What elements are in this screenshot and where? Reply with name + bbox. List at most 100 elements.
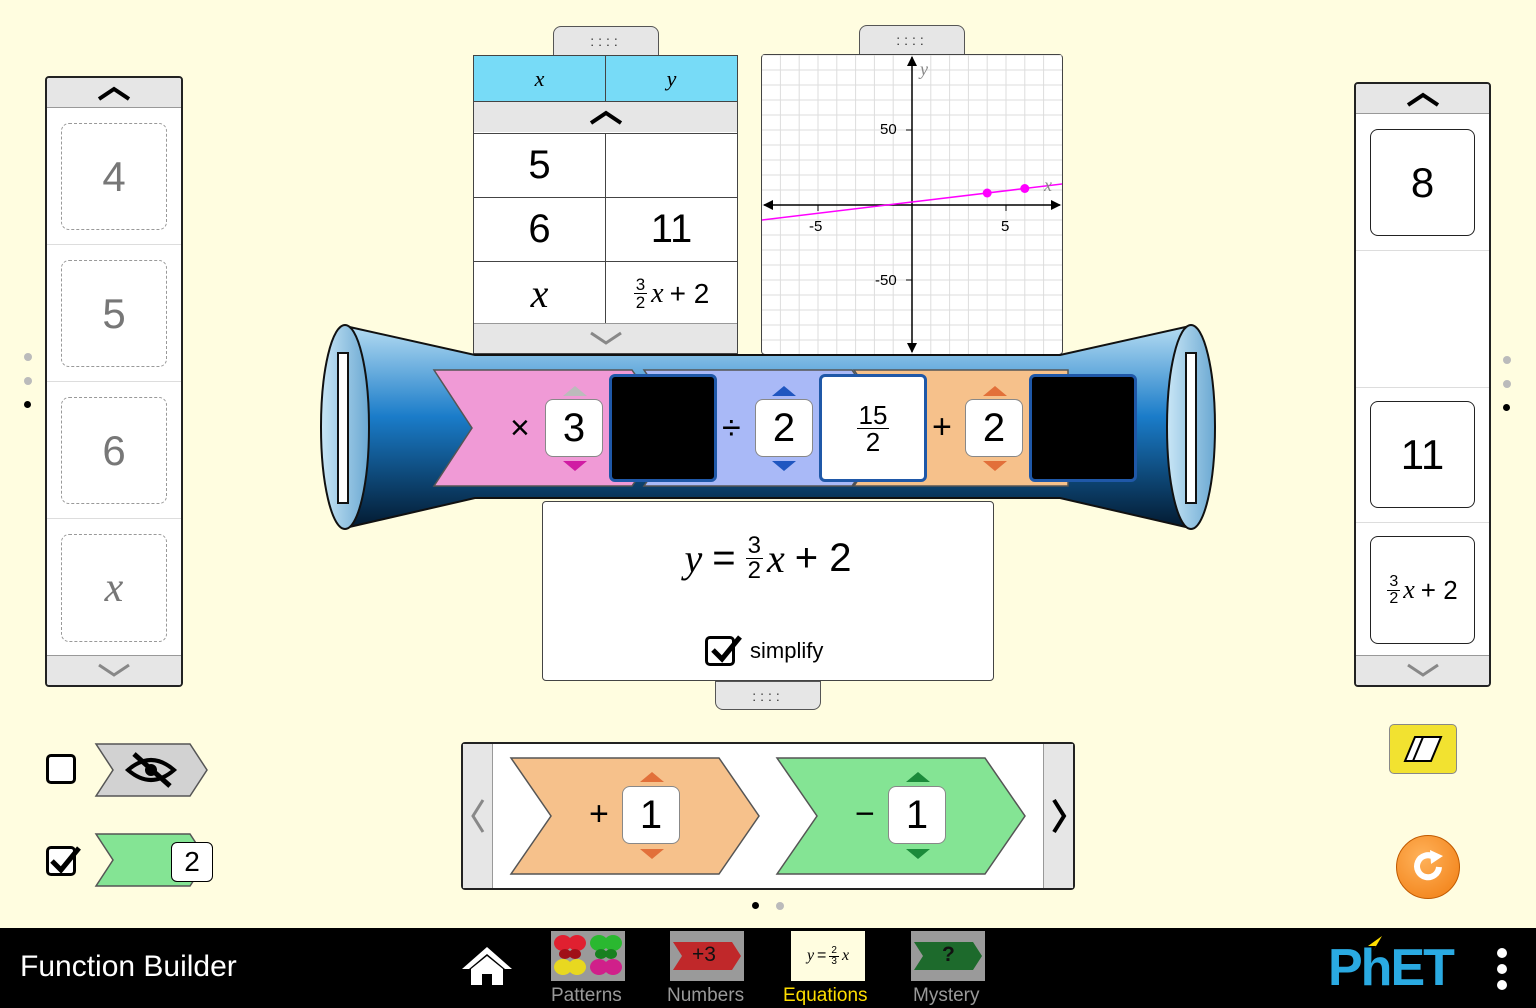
builder-window[interactable] <box>609 374 717 482</box>
menu-kebab-icon[interactable] <box>1494 945 1510 995</box>
input-card[interactable]: x <box>61 534 167 642</box>
input-page-dot[interactable] <box>24 377 32 385</box>
increment-arrow-icon[interactable] <box>982 385 1008 397</box>
output-carousel-up-button[interactable] <box>1356 84 1489 114</box>
output-page-dot[interactable] <box>1503 380 1511 388</box>
input-page-dot-active[interactable] <box>24 401 31 408</box>
input-carousel-down-button[interactable] <box>47 655 181 685</box>
input-cell: 4 <box>47 109 181 245</box>
input-carousel: 4 5 6 x <box>45 76 183 687</box>
tab-mystery-label[interactable]: Mystery <box>913 985 980 1007</box>
equation-variable: x <box>767 536 785 581</box>
function-value-picker[interactable]: 2 <box>755 399 813 457</box>
output-card-expression[interactable]: 32 x + 2 <box>1370 536 1475 644</box>
equation-fraction: 3 2 <box>745 534 763 584</box>
chevron-down-icon <box>98 663 130 677</box>
toolbox-next-button[interactable] <box>1043 744 1073 888</box>
home-icon <box>462 947 512 985</box>
decrement-arrow-icon[interactable] <box>982 460 1008 472</box>
tab-patterns-label[interactable]: Patterns <box>551 985 622 1007</box>
app-title: Function Builder <box>20 950 237 983</box>
output-page-dot[interactable] <box>1503 356 1511 364</box>
output-carousel-down-button[interactable] <box>1356 655 1489 685</box>
input-carousel-up-button[interactable] <box>47 78 181 108</box>
table-scroll-up-button[interactable] <box>474 102 737 132</box>
y-tick-label: 50 <box>880 121 897 138</box>
equation-equals: = <box>712 536 736 580</box>
table-row: 6 11 <box>474 197 737 261</box>
function-operator: + <box>932 408 952 446</box>
table-cell-x: 5 <box>528 143 551 187</box>
reset-icon <box>1414 850 1443 881</box>
chevron-down-icon <box>1406 663 1439 677</box>
tab-mystery-icon[interactable]: ? <box>911 931 985 981</box>
input-cell: x <box>47 520 181 656</box>
input-page-dot[interactable] <box>24 353 32 361</box>
hidden-function-toggle[interactable] <box>94 742 210 798</box>
output-cell: 32 x + 2 <box>1356 522 1489 658</box>
chevron-up-icon <box>589 110 622 125</box>
fraction-denominator: 2 <box>747 557 761 584</box>
increment-arrow-icon[interactable] <box>905 771 931 783</box>
y-axis-arrow <box>907 56 917 66</box>
y-tick-label: -50 <box>875 272 897 289</box>
x-axis-label: x <box>1044 175 1052 195</box>
builder-window[interactable] <box>1029 374 1137 482</box>
output-card[interactable]: 8 <box>1370 129 1475 236</box>
toolbox-prev-button[interactable] <box>463 744 493 888</box>
tab-numbers-label[interactable]: Numbers <box>667 985 744 1007</box>
chevron-left-icon <box>470 799 484 833</box>
decrement-arrow-icon[interactable] <box>771 460 797 472</box>
simplify-checkbox[interactable] <box>705 634 742 666</box>
tab-numbers-icon[interactable]: +3 <box>670 931 744 981</box>
equation-panel: y = 3 2 x + 2 simplify <box>542 501 994 681</box>
window-fraction: 15 2 <box>856 402 890 455</box>
function-value-picker[interactable]: 1 <box>622 786 680 844</box>
function-value-picker[interactable]: 1 <box>888 786 946 844</box>
function-operator: × <box>510 409 530 447</box>
toolbox-page-dot-active[interactable] <box>752 902 759 909</box>
equation: y = 3 2 x + 2 <box>543 534 993 583</box>
phet-logo[interactable]: PhET <box>1328 938 1455 998</box>
checkmark-icon <box>50 846 81 874</box>
variable: x <box>651 277 664 309</box>
increment-arrow-icon[interactable] <box>639 771 665 783</box>
graph-drawer-handle[interactable]: :::: <box>859 25 965 55</box>
tab-equations-icon[interactable]: y = 23 x <box>791 931 865 981</box>
home-button[interactable] <box>460 945 514 987</box>
decrement-arrow-icon[interactable] <box>905 848 931 860</box>
x-axis-arrow <box>763 200 773 210</box>
reset-all-button[interactable] <box>1396 835 1460 899</box>
input-card[interactable]: 5 <box>61 260 167 367</box>
decrement-arrow-icon[interactable] <box>639 848 665 860</box>
toolbox-page-dot[interactable] <box>776 902 784 910</box>
table-drawer-handle[interactable]: :::: <box>553 26 659 56</box>
function-value-picker[interactable]: 3 <box>545 399 603 457</box>
output-cell <box>1356 252 1489 388</box>
tab-patterns-icon[interactable] <box>551 931 625 981</box>
decrement-arrow-icon[interactable] <box>562 460 588 472</box>
builder-window[interactable]: 15 2 <box>819 374 927 482</box>
output-carousel: 8 11 32 x + 2 <box>1354 82 1491 687</box>
hide-functions-checkbox[interactable] <box>46 754 76 784</box>
tab-numbers-icon-text: +3 <box>692 943 716 966</box>
eraser-button[interactable] <box>1389 724 1457 774</box>
graph-point <box>1020 184 1030 193</box>
input-card[interactable]: 6 <box>61 397 167 504</box>
function-value-picker[interactable]: 2 <box>965 399 1023 457</box>
table-header-y: y <box>605 56 737 101</box>
tab-equations-label[interactable]: Equations <box>783 985 868 1007</box>
x-axis-arrow <box>1051 200 1061 210</box>
increment-arrow-icon[interactable] <box>562 385 588 397</box>
output-cell: 11 <box>1356 387 1489 523</box>
equation-drawer-handle[interactable]: :::: <box>715 681 821 710</box>
table-cell-y-expression: 32 x + 2 <box>605 262 737 325</box>
increment-arrow-icon[interactable] <box>771 385 797 397</box>
graph-point <box>982 188 992 198</box>
graph-panel: y x -5 5 50 -50 <box>761 54 1063 355</box>
fraction-denominator: 2 <box>635 293 646 312</box>
phet-star-icon <box>1368 936 1382 953</box>
input-card[interactable]: 4 <box>61 123 167 230</box>
output-card[interactable]: 11 <box>1370 401 1475 508</box>
output-page-dot-active[interactable] <box>1503 404 1510 411</box>
